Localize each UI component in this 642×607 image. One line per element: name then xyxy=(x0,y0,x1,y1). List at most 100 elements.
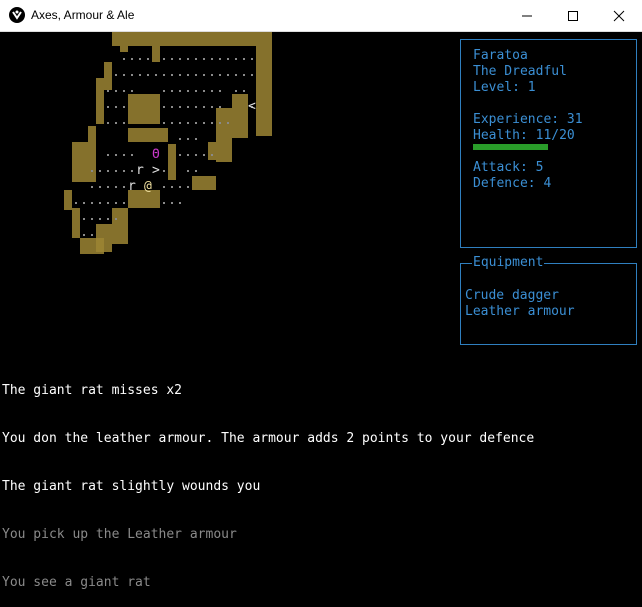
floor-tile xyxy=(179,138,181,140)
floor-tile xyxy=(211,90,213,92)
window-title: Axes, Armour & Ale xyxy=(31,8,135,22)
equipment-item[interactable]: Crude dagger xyxy=(465,288,559,304)
floor-tile xyxy=(179,154,181,156)
floor-tile xyxy=(115,186,117,188)
floor-tile xyxy=(195,170,197,172)
floor-tile xyxy=(107,106,109,108)
equipment-panel: Equipment Crude dagger Leather armour xyxy=(460,255,637,345)
giant-rat-glyph: r xyxy=(128,179,136,194)
floor-tile xyxy=(139,74,141,76)
stairs-up-glyph: < xyxy=(248,99,256,114)
maximize-button[interactable] xyxy=(550,0,596,31)
floor-tile xyxy=(171,186,173,188)
equipment-title: Equipment xyxy=(472,255,545,271)
maximize-icon xyxy=(568,10,578,21)
wall-tile xyxy=(72,142,96,182)
floor-tile xyxy=(179,202,181,204)
floor-tile xyxy=(195,106,197,108)
minimize-button[interactable] xyxy=(504,0,550,31)
floor-tile xyxy=(179,74,181,76)
health-bar xyxy=(473,144,548,150)
floor-tile xyxy=(195,154,197,156)
floor-tile xyxy=(211,58,213,60)
wall-tile xyxy=(168,144,176,180)
floor-tile xyxy=(107,154,109,156)
character-attack: Attack: 5 xyxy=(473,160,544,175)
floor-tile xyxy=(179,90,181,92)
floor-tile xyxy=(115,122,117,124)
floor-tile xyxy=(195,74,197,76)
wall-tile xyxy=(96,78,104,124)
floor-tile xyxy=(219,74,221,76)
floor-tile xyxy=(147,58,149,60)
log-message: The giant rat misses x2 xyxy=(2,383,183,398)
floor-tile xyxy=(163,106,165,108)
floor-tile xyxy=(123,122,125,124)
wall-tile xyxy=(256,46,272,136)
floor-tile xyxy=(115,154,117,156)
floor-tile xyxy=(123,186,125,188)
floor-tile xyxy=(163,202,165,204)
floor-tile xyxy=(115,202,117,204)
wall-tile xyxy=(208,142,216,160)
floor-tile xyxy=(99,186,101,188)
floor-tile xyxy=(171,58,173,60)
floor-tile xyxy=(107,186,109,188)
floor-tile xyxy=(107,90,109,92)
log-message: You see a giant rat xyxy=(2,575,151,590)
app-logo-icon xyxy=(9,7,25,23)
wall-tile xyxy=(80,238,104,254)
floor-tile xyxy=(211,122,213,124)
character-epithet: The Dreadful xyxy=(473,64,567,79)
floor-tile xyxy=(235,90,237,92)
log-message: You pick up the Leather armour xyxy=(2,527,237,542)
floor-tile xyxy=(91,170,93,172)
floor-tile xyxy=(187,170,189,172)
floor-tile xyxy=(123,90,125,92)
floor-tile xyxy=(91,218,93,220)
floor-tile xyxy=(251,58,253,60)
floor-tile xyxy=(179,106,181,108)
floor-tile xyxy=(99,170,101,172)
floor-tile xyxy=(115,90,117,92)
floor-tile xyxy=(131,154,133,156)
floor-tile xyxy=(187,138,189,140)
player-glyph: @ xyxy=(144,179,152,194)
stairs-down-glyph: > xyxy=(152,163,160,178)
floor-tile xyxy=(123,202,125,204)
floor-tile xyxy=(131,58,133,60)
floor-tile xyxy=(75,202,77,204)
character-name: Faratoa xyxy=(473,48,528,63)
wall-tile xyxy=(112,32,272,46)
floor-tile xyxy=(187,58,189,60)
message-log: The giant rat misses x2 You don the leat… xyxy=(2,351,640,607)
floor-tile xyxy=(91,186,93,188)
dungeon-map[interactable]: < Θr > r @ xyxy=(0,32,450,342)
floor-tile xyxy=(131,74,133,76)
floor-tile xyxy=(203,74,205,76)
wall-tile xyxy=(128,128,168,142)
floor-tile xyxy=(203,58,205,60)
floor-tile xyxy=(83,202,85,204)
floor-tile xyxy=(211,106,213,108)
floor-tile xyxy=(123,170,125,172)
floor-tile xyxy=(203,154,205,156)
floor-tile xyxy=(91,202,93,204)
close-icon xyxy=(613,10,625,21)
log-message: You don the leather armour. The armour a… xyxy=(2,431,535,446)
wall-tile xyxy=(72,208,80,238)
close-button[interactable] xyxy=(596,0,642,31)
floor-tile xyxy=(131,170,133,172)
floor-tile xyxy=(163,170,165,172)
equipment-item[interactable]: Leather armour xyxy=(465,304,575,320)
floor-tile xyxy=(195,122,197,124)
floor-tile xyxy=(115,74,117,76)
floor-tile xyxy=(99,218,101,220)
wall-tile xyxy=(216,108,232,162)
wall-tile xyxy=(152,46,160,62)
giant-rat-glyph: r xyxy=(136,163,144,178)
floor-tile xyxy=(147,74,149,76)
dungeon-map-canvas: <Θr >r @ xyxy=(64,32,272,254)
floor-tile xyxy=(187,74,189,76)
wall-tile xyxy=(88,126,96,142)
